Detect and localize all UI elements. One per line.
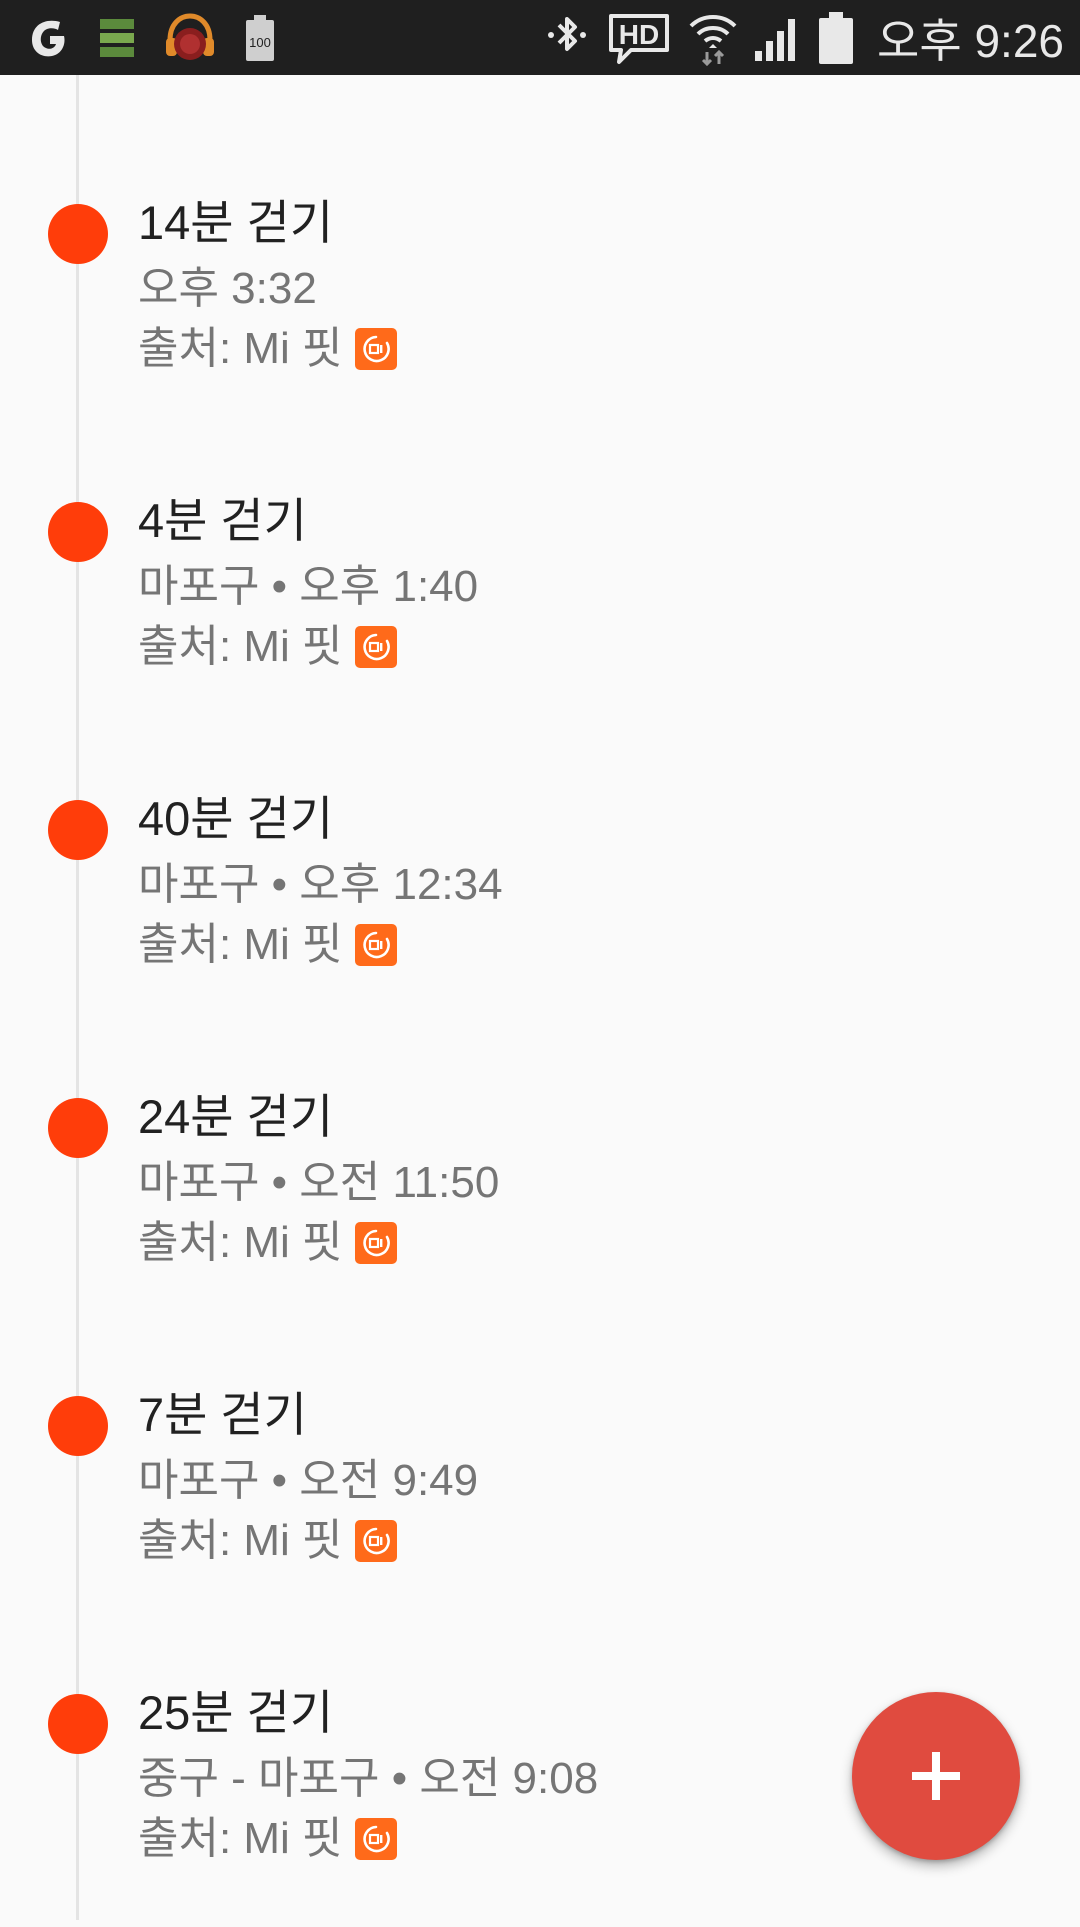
storage-icon xyxy=(98,17,136,59)
activity-dot-icon xyxy=(48,204,108,264)
activity-dot-icon xyxy=(48,1098,108,1158)
activity-source: 출처: Mi 핏 xyxy=(138,1809,598,1869)
mi-fit-icon xyxy=(354,924,397,966)
activity-source-label: 출처: Mi 핏 xyxy=(138,324,343,373)
activity-title: 7분 걷기 xyxy=(138,1388,307,1441)
activity-source-label: 출처: Mi 핏 xyxy=(138,920,343,969)
activity-entry[interactable]: 24분 걷기 마포구 • 오전 11:50 출처: Mi 핏 xyxy=(0,1033,1080,1331)
bluetooth-icon xyxy=(543,13,591,63)
mi-fit-icon xyxy=(354,1818,397,1860)
mi-fit-icon xyxy=(354,1222,397,1264)
status-bar: 100 HD 오후 9:26 xyxy=(0,0,1080,75)
activity-source-label: 출처: Mi 핏 xyxy=(138,1814,343,1863)
activity-title: 40분 걷기 xyxy=(138,792,334,845)
timeline-list[interactable]: 14분 걷기 오후 3:32 출처: Mi 핏 4분 걷기 마포구 • 오후 1… xyxy=(0,75,1080,1920)
activity-entry[interactable]: 4분 걷기 마포구 • 오후 1:40 출처: Mi 핏 xyxy=(0,437,1080,735)
activity-entry-text: 25분 걷기 중구 - 마포구 • 오전 9:08 출처: Mi 핏 xyxy=(138,1685,598,1869)
activity-entry-text: 14분 걷기 오후 3:32 출처: Mi 핏 xyxy=(138,195,397,379)
activity-entry[interactable]: 40분 걷기 마포구 • 오후 12:34 출처: Mi 핏 xyxy=(0,735,1080,1033)
wifi-icon xyxy=(687,10,739,66)
activity-entry-text: 24분 걷기 마포구 • 오전 11:50 출처: Mi 핏 xyxy=(138,1089,499,1273)
activity-subtitle: 오후 3:32 xyxy=(138,264,317,313)
status-bar-clock: 오후 9:26 xyxy=(877,14,1064,67)
svg-text:HD: HD xyxy=(619,19,659,50)
activity-dot-icon xyxy=(48,1396,108,1456)
activity-source: 출처: Mi 핏 xyxy=(138,915,503,975)
cellular-signal-icon xyxy=(753,13,803,63)
status-bar-system: HD 오후 9:26 xyxy=(543,0,1064,75)
activity-dot-icon xyxy=(48,1694,108,1754)
activity-entry[interactable]: 7분 걷기 마포구 • 오전 9:49 출처: Mi 핏 xyxy=(0,1331,1080,1629)
activity-title: 25분 걷기 xyxy=(138,1686,334,1739)
svg-text:100: 100 xyxy=(249,35,271,50)
hd-voice-icon: HD xyxy=(605,10,673,66)
activity-source: 출처: Mi 핏 xyxy=(138,1213,499,1273)
activity-subtitle: 마포구 • 오후 12:34 xyxy=(138,860,503,909)
activity-source-label: 출처: Mi 핏 xyxy=(138,622,343,671)
activity-dot-icon xyxy=(48,502,108,562)
activity-source: 출처: Mi 핏 xyxy=(138,1511,478,1571)
battery-icon xyxy=(817,10,855,66)
mi-fit-icon xyxy=(354,626,397,668)
mi-fit-icon xyxy=(354,328,397,370)
activity-title: 4분 걷기 xyxy=(138,494,307,547)
activity-source-label: 출처: Mi 핏 xyxy=(138,1218,343,1267)
activity-source: 출처: Mi 핏 xyxy=(138,617,478,677)
music-player-icon xyxy=(162,10,218,66)
activity-title: 14분 걷기 xyxy=(138,196,334,249)
activity-subtitle: 마포구 • 오전 11:50 xyxy=(138,1158,500,1207)
activity-subtitle: 중구 - 마포구 • 오전 9:08 xyxy=(138,1754,599,1803)
activity-entry-text: 4분 걷기 마포구 • 오후 1:40 출처: Mi 핏 xyxy=(138,493,478,677)
activity-subtitle: 마포구 • 오전 9:49 xyxy=(138,1456,479,1505)
activity-source-label: 출처: Mi 핏 xyxy=(138,1516,343,1565)
app-notification-icon xyxy=(24,14,72,62)
status-bar-notifications: 100 xyxy=(24,0,276,75)
activity-entry-text: 7분 걷기 마포구 • 오전 9:49 출처: Mi 핏 xyxy=(138,1387,478,1571)
mi-fit-icon xyxy=(354,1520,397,1562)
activity-subtitle: 마포구 • 오후 1:40 xyxy=(138,562,479,611)
activity-dot-icon xyxy=(48,800,108,860)
battery-saver-icon: 100 xyxy=(244,13,276,63)
add-activity-button[interactable] xyxy=(852,1692,1020,1860)
activity-source: 출처: Mi 핏 xyxy=(138,319,397,379)
activity-entry[interactable]: 14분 걷기 오후 3:32 출처: Mi 핏 xyxy=(0,139,1080,437)
activity-entry-text: 40분 걷기 마포구 • 오후 12:34 출처: Mi 핏 xyxy=(138,791,503,975)
plus-icon xyxy=(912,1752,960,1800)
activity-title: 24분 걷기 xyxy=(138,1090,334,1143)
